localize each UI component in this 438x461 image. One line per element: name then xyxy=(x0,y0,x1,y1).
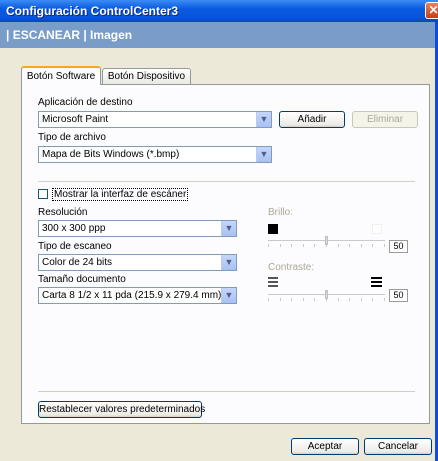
contraste-value: 50 xyxy=(389,289,408,302)
show-interface-label[interactable]: Mostrar la interfaz de escáner xyxy=(52,188,189,201)
close-icon[interactable]: ✕ xyxy=(425,2,438,19)
cancel-button[interactable]: Cancelar xyxy=(364,438,432,455)
slider-tick xyxy=(384,244,385,247)
slider-tick xyxy=(314,298,315,301)
brillo-value: 50 xyxy=(389,240,408,253)
remove-button[interactable]: Eliminar xyxy=(352,111,418,128)
chevron-down-icon[interactable]: ▼ xyxy=(256,147,271,162)
white-square-icon xyxy=(372,224,382,234)
slider-tick xyxy=(349,244,350,247)
brillo-slider[interactable] xyxy=(268,236,385,248)
slider-tick xyxy=(372,298,373,301)
slider-tick xyxy=(303,244,304,247)
slider-tick xyxy=(361,298,362,301)
tipo-escaneo-value: Color de 24 bits xyxy=(42,257,113,268)
window-title: Configuración ControlCenter3 xyxy=(6,4,179,18)
high-contrast-icon xyxy=(371,277,382,287)
chevron-down-icon[interactable]: ▼ xyxy=(256,112,271,127)
contraste-label: Contraste: xyxy=(268,262,315,273)
slider-tick xyxy=(314,244,315,247)
chevron-down-icon[interactable]: ▼ xyxy=(221,221,236,236)
slider-tick xyxy=(349,298,350,301)
tipo-archivo-label: Tipo de archivo xyxy=(38,132,106,143)
slider-tick xyxy=(361,244,362,247)
brillo-label: Brillo: xyxy=(268,207,294,218)
tipo-archivo-select[interactable]: Mapa de Bits Windows (*.bmp) ▼ xyxy=(38,146,272,163)
accept-button[interactable]: Aceptar xyxy=(291,438,359,455)
tamano-value: Carta 8 1/2 x 11 pda (215.9 x 279.4 mm) xyxy=(42,290,222,301)
separator-bottom xyxy=(38,391,415,392)
slider-tick xyxy=(372,244,373,247)
section-header: | ESCANEAR | Imagen xyxy=(0,22,435,48)
slider-tick xyxy=(280,244,281,247)
tamano-select[interactable]: Carta 8 1/2 x 11 pda (215.9 x 279.4 mm) … xyxy=(38,287,237,304)
slider-thumb[interactable] xyxy=(325,290,328,299)
slider-tick xyxy=(291,298,292,301)
slider-tick xyxy=(280,298,281,301)
chevron-down-icon[interactable]: ▼ xyxy=(221,255,236,270)
destino-value: Microsoft Paint xyxy=(42,114,109,125)
reset-defaults-button[interactable]: Restablecer valores predeterminados xyxy=(38,401,205,418)
tamano-label: Tamaño documento xyxy=(38,274,126,285)
separator-top xyxy=(38,181,415,182)
slider-tick xyxy=(268,244,269,247)
section-header-text: | ESCANEAR | Imagen xyxy=(6,28,133,42)
contraste-slider[interactable] xyxy=(268,290,385,302)
title-bar[interactable]: Configuración ControlCenter3 ✕ xyxy=(0,0,438,22)
slider-tick xyxy=(303,298,304,301)
destino-select[interactable]: Microsoft Paint ▼ xyxy=(38,111,272,128)
tipo-archivo-value: Mapa de Bits Windows (*.bmp) xyxy=(42,149,180,160)
config-window: Configuración ControlCenter3 ✕ | ESCANEA… xyxy=(0,0,438,461)
resolucion-value: 300 x 300 ppp xyxy=(42,223,106,234)
resolucion-label: Resolución xyxy=(38,207,88,218)
slider-thumb[interactable] xyxy=(325,236,328,245)
tipo-escaneo-label: Tipo de escaneo xyxy=(38,241,112,252)
slider-tick xyxy=(384,298,385,301)
chevron-down-icon[interactable]: ▼ xyxy=(221,288,236,303)
resolucion-select[interactable]: 300 x 300 ppp ▼ xyxy=(38,220,237,237)
show-interface-checkbox[interactable] xyxy=(38,189,48,199)
tab-boton-dispositivo[interactable]: Botón Dispositivo xyxy=(102,68,191,85)
slider-tick xyxy=(291,244,292,247)
slider-tick xyxy=(338,244,339,247)
low-contrast-icon xyxy=(268,277,278,287)
black-square-icon xyxy=(268,224,278,234)
tab-boton-software[interactable]: Botón Software xyxy=(21,66,101,85)
tipo-escaneo-select[interactable]: Color de 24 bits ▼ xyxy=(38,254,237,271)
slider-tick xyxy=(338,298,339,301)
slider-tick xyxy=(268,298,269,301)
destino-label: Aplicación de destino xyxy=(38,97,133,108)
add-button[interactable]: Añadir xyxy=(279,111,345,128)
